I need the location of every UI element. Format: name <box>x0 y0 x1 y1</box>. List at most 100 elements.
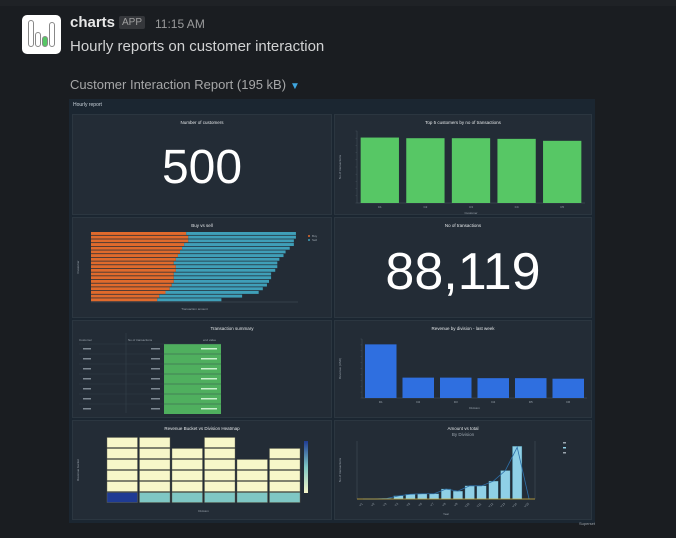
bar <box>515 378 547 398</box>
bar <box>417 493 428 500</box>
bar <box>440 377 472 398</box>
sell-bar <box>173 279 270 283</box>
heatmap-cell <box>106 481 138 492</box>
heatmap-cell <box>269 492 301 503</box>
message-text: Hourly reports on customer interaction <box>70 38 325 55</box>
sender-name[interactable]: charts <box>70 14 115 31</box>
y-axis-label: No of transactions <box>338 457 342 482</box>
bar <box>451 138 491 203</box>
cell-value <box>201 398 217 400</box>
buy-bar <box>91 287 170 291</box>
app-avatar[interactable] <box>22 15 61 54</box>
heatmap-cell <box>106 492 138 503</box>
x-tick-label: Y5 <box>406 502 412 508</box>
bar <box>360 137 399 203</box>
cell-count <box>151 388 160 390</box>
bar <box>497 138 536 203</box>
x-tick-label: C1 <box>378 205 382 209</box>
buy-bar <box>91 254 178 258</box>
cell-count <box>151 368 160 370</box>
x-axis-label: Division <box>469 406 480 410</box>
x-tick-label: Y6 <box>418 502 424 508</box>
heatmap-cell <box>171 448 203 459</box>
panel-buy-vs-sell: Buy vs sell Transaction amount Customer Bu… <box>72 217 332 318</box>
heatmap-cell <box>171 470 203 481</box>
x-tick-label: D4 <box>491 400 495 404</box>
buy-bar <box>91 265 176 269</box>
x-tick-label: Y4 <box>394 502 400 508</box>
sell-bar <box>157 298 222 302</box>
heatmap-cell <box>236 470 268 481</box>
x-tick-label: Y14 <box>511 502 518 509</box>
cell-count <box>151 348 160 350</box>
heatmap-cell <box>139 459 171 470</box>
sell-bar <box>188 239 294 243</box>
x-tick-label: Y3 <box>382 502 388 508</box>
panel-number-of-transactions: No of transactions 88,119 <box>334 217 592 318</box>
sell-bar <box>186 232 296 235</box>
panel-amount-vs-total: Amount vs total By Division Y1 Y2 Y3 Y4 Y5 Y6… <box>334 420 592 520</box>
legend-item <box>563 447 566 449</box>
x-tick-label: D5 <box>529 400 533 404</box>
cell-value <box>201 388 217 390</box>
x-tick-label: C5 <box>560 205 564 209</box>
buy-bar <box>91 235 189 239</box>
x-axis-label: Year <box>443 512 449 516</box>
heatmap-cell <box>106 437 138 448</box>
table-header: end value <box>203 338 216 342</box>
dashboard-image[interactable]: Hourly report Number of customers 500 To… <box>69 99 595 523</box>
sell-bar <box>159 294 243 298</box>
buy-bar <box>91 279 174 283</box>
legend-marker <box>308 235 310 237</box>
sell-bar <box>175 268 276 272</box>
heatmap-cell <box>236 459 268 470</box>
bar <box>406 138 445 203</box>
avatar-bar-icon <box>35 32 41 47</box>
heatmap-cell <box>204 470 236 481</box>
buy-bar <box>91 250 181 254</box>
y-axis-label: Customer <box>76 260 80 273</box>
sell-bar <box>165 290 259 294</box>
x-axis-label: Transaction amount <box>181 307 208 311</box>
panel-top-customers: Top 5 customers by no of transactions C1… <box>334 114 592 215</box>
bar <box>477 378 509 398</box>
panel-transaction-summary: Transaction summary Customer No of transa… <box>72 320 332 418</box>
y-axis-label: Revenue (USD) <box>338 358 342 379</box>
panel-title: No of transactions <box>444 223 482 228</box>
heatmap-cell <box>139 481 171 492</box>
x-tick-label: Y9 <box>453 502 459 508</box>
cell-customer <box>83 378 91 380</box>
sell-bar <box>173 261 278 265</box>
legend-label: Sell <box>312 238 317 242</box>
cell-count <box>151 378 160 380</box>
x-tick-label: Y8 <box>441 502 447 508</box>
heatmap-cell <box>204 481 236 492</box>
x-tick-label: D1 <box>379 400 383 404</box>
x-tick-label: Y1 <box>358 502 364 508</box>
bar <box>476 485 487 500</box>
attachment-link[interactable]: Customer Interaction Report (195 kB) ▼ <box>70 77 300 92</box>
avatar-bar-icon <box>28 20 34 47</box>
x-tick-label: Y10 <box>464 502 471 509</box>
bar <box>365 344 397 398</box>
sell-bar <box>173 276 272 280</box>
cell-value <box>201 378 217 380</box>
heatmap-cell <box>139 437 171 448</box>
sell-bar <box>182 246 290 250</box>
cell-value <box>201 348 217 350</box>
x-tick-label: C2 <box>423 205 427 209</box>
cell-customer <box>83 348 91 350</box>
heatmap-cell <box>139 448 171 459</box>
heatmap-cell <box>269 459 301 470</box>
amount-vs-total-chart: Y1 Y2 Y3 Y4 Y5 Y6 Y7 Y8 Y9 Y10 Y11 Y12 Y13 Y14 Y15 Year… <box>338 441 566 516</box>
caret-down-icon[interactable]: ▼ <box>290 81 300 92</box>
heatmap-cell <box>171 492 203 503</box>
heatmap-cell <box>204 459 236 470</box>
buy-bar <box>91 298 158 302</box>
customers-value: 500 <box>161 141 243 194</box>
message-timestamp[interactable]: 11:15 AM <box>155 17 205 31</box>
bar <box>429 493 440 500</box>
heatmap-cell <box>269 470 301 481</box>
legend-item <box>563 452 566 454</box>
x-tick-label: D6 <box>566 400 570 404</box>
